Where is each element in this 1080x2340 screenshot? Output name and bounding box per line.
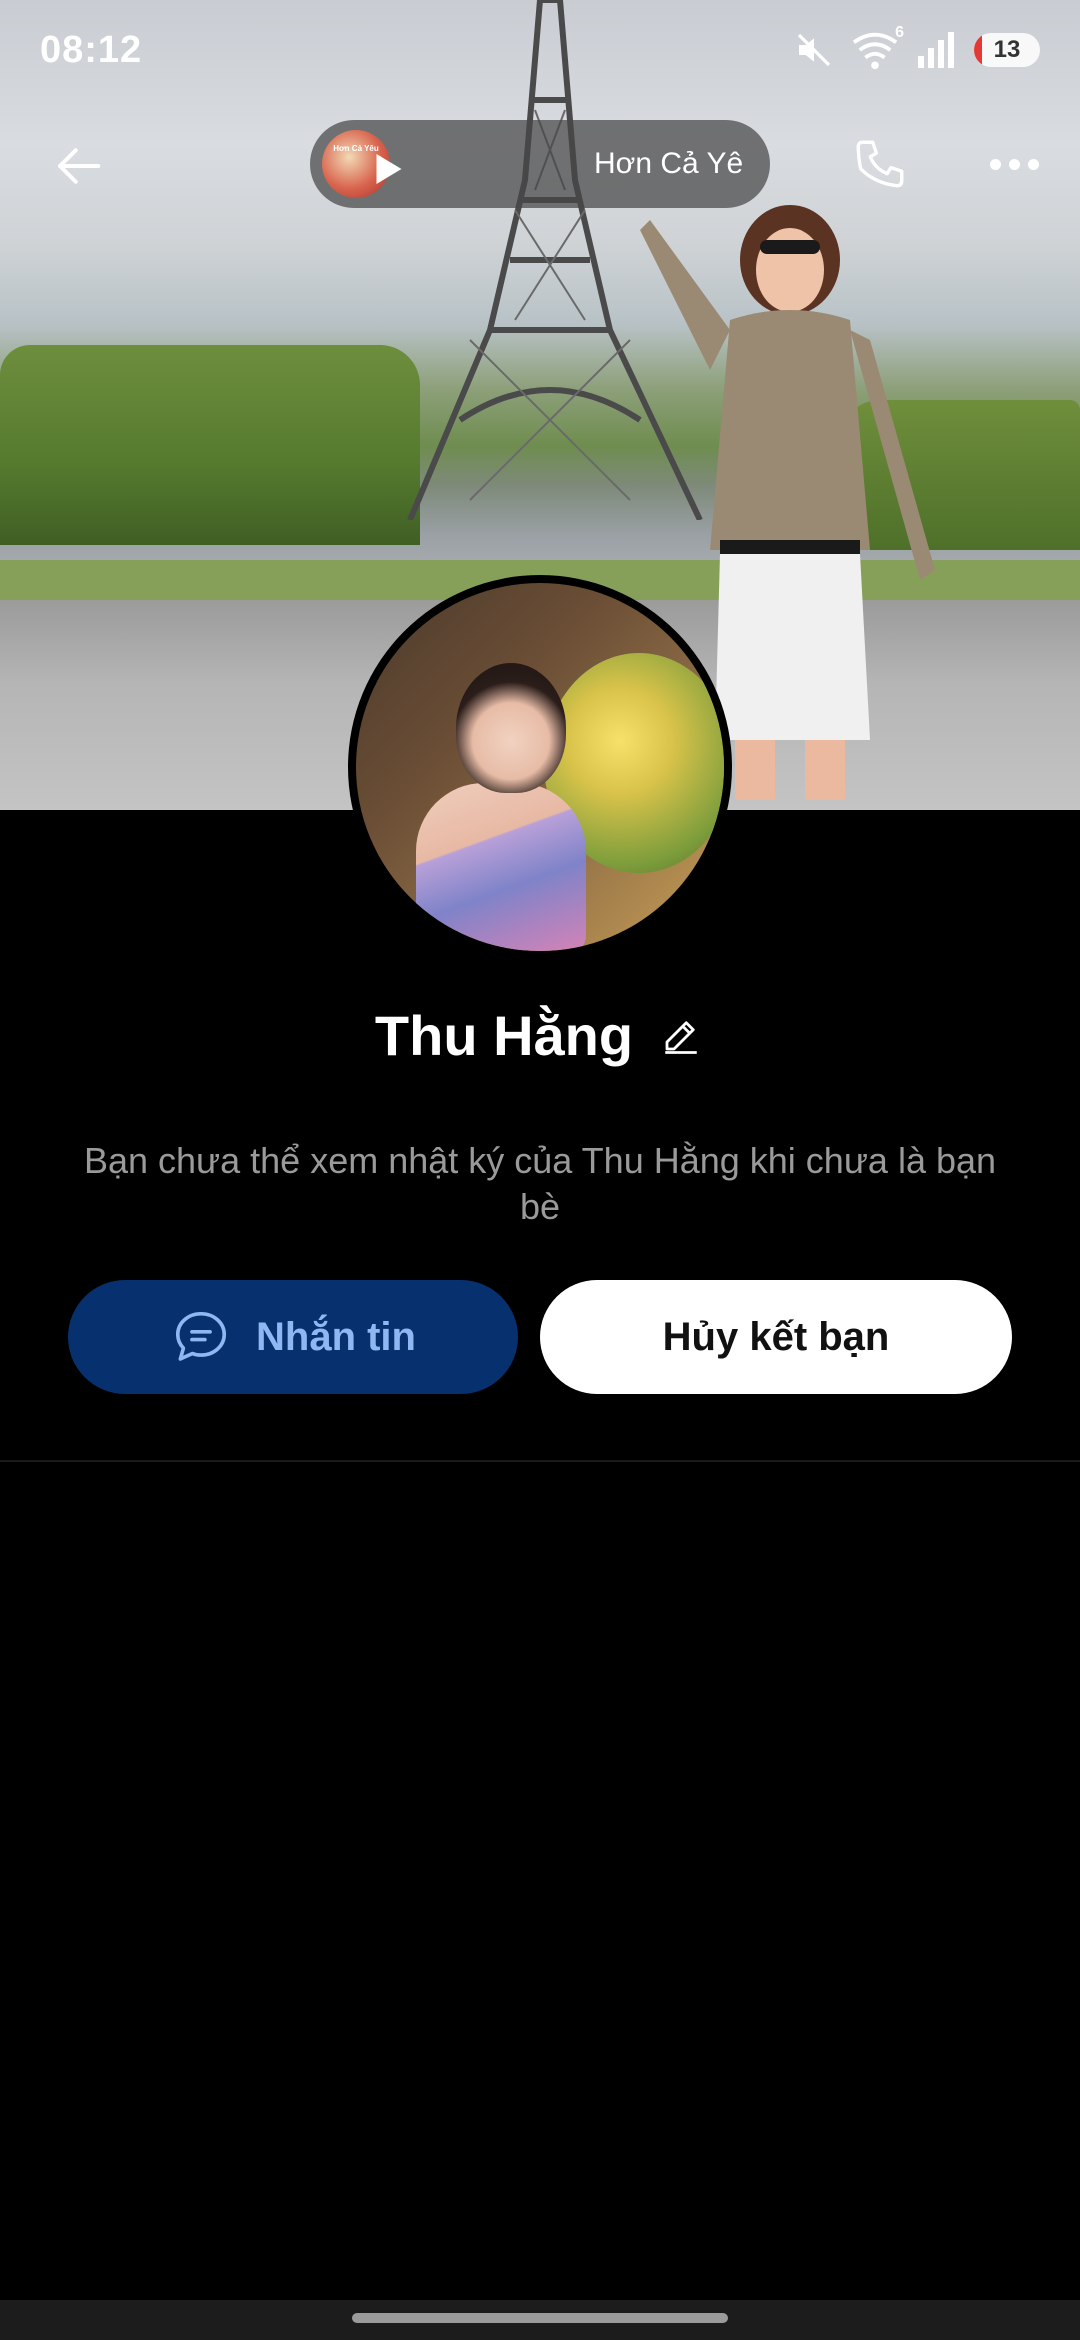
chat-bubble-icon	[175, 1311, 227, 1361]
phone-icon	[856, 140, 904, 188]
edit-name-button[interactable]	[657, 1011, 705, 1059]
more-icon	[989, 158, 1001, 170]
back-button[interactable]	[40, 128, 116, 204]
home-indicator[interactable]	[352, 2313, 728, 2323]
wifi-icon: 6	[852, 24, 904, 70]
pencil-icon	[665, 1021, 697, 1054]
message-button-label: Nhắn tin	[256, 1314, 416, 1359]
battery-icon: 13	[974, 33, 1040, 67]
music-title: Hơn Cả Yê	[594, 147, 744, 180]
profile-name: Thu Hằng	[374, 1003, 634, 1067]
status-bar: 08:12 6 13	[0, 0, 1080, 100]
mute-icon	[797, 33, 831, 67]
more-options-button[interactable]	[974, 124, 1054, 204]
avatar-image	[356, 583, 724, 951]
wifi-badge: 6	[895, 24, 904, 41]
call-button[interactable]	[840, 124, 920, 204]
back-arrow-icon	[57, 148, 101, 184]
profile-screen: 08:12 6 13 Hơn Cả Yêu Hơn Cả Yê Thu Hằng…	[0, 0, 1080, 2340]
battery-level: 13	[993, 36, 1021, 63]
status-icons: 6 13	[794, 24, 1040, 70]
unfriend-button-label: Hủy kết bạn	[662, 1314, 890, 1359]
play-icon[interactable]	[376, 154, 402, 184]
unfriend-button[interactable]: Hủy kết bạn	[540, 1280, 1012, 1394]
profile-music-player[interactable]: Hơn Cả Yêu Hơn Cả Yê	[310, 120, 770, 208]
section-divider	[0, 1460, 1080, 1462]
status-time: 08:12	[40, 28, 143, 71]
signal-icon	[918, 32, 954, 68]
cover-trees-left	[0, 345, 420, 545]
diary-privacy-notice: Bạn chưa thể xem nhật ký của Thu Hằng kh…	[83, 1140, 997, 1227]
profile-name-row: Thu Hằng	[0, 995, 1080, 1075]
top-action-bar: Hơn Cả Yêu Hơn Cả Yê	[0, 118, 1080, 212]
music-thumbnail-text: Hơn Cả Yêu	[333, 144, 379, 153]
message-button[interactable]: Nhắn tin	[68, 1280, 518, 1394]
profile-avatar[interactable]	[348, 575, 732, 959]
